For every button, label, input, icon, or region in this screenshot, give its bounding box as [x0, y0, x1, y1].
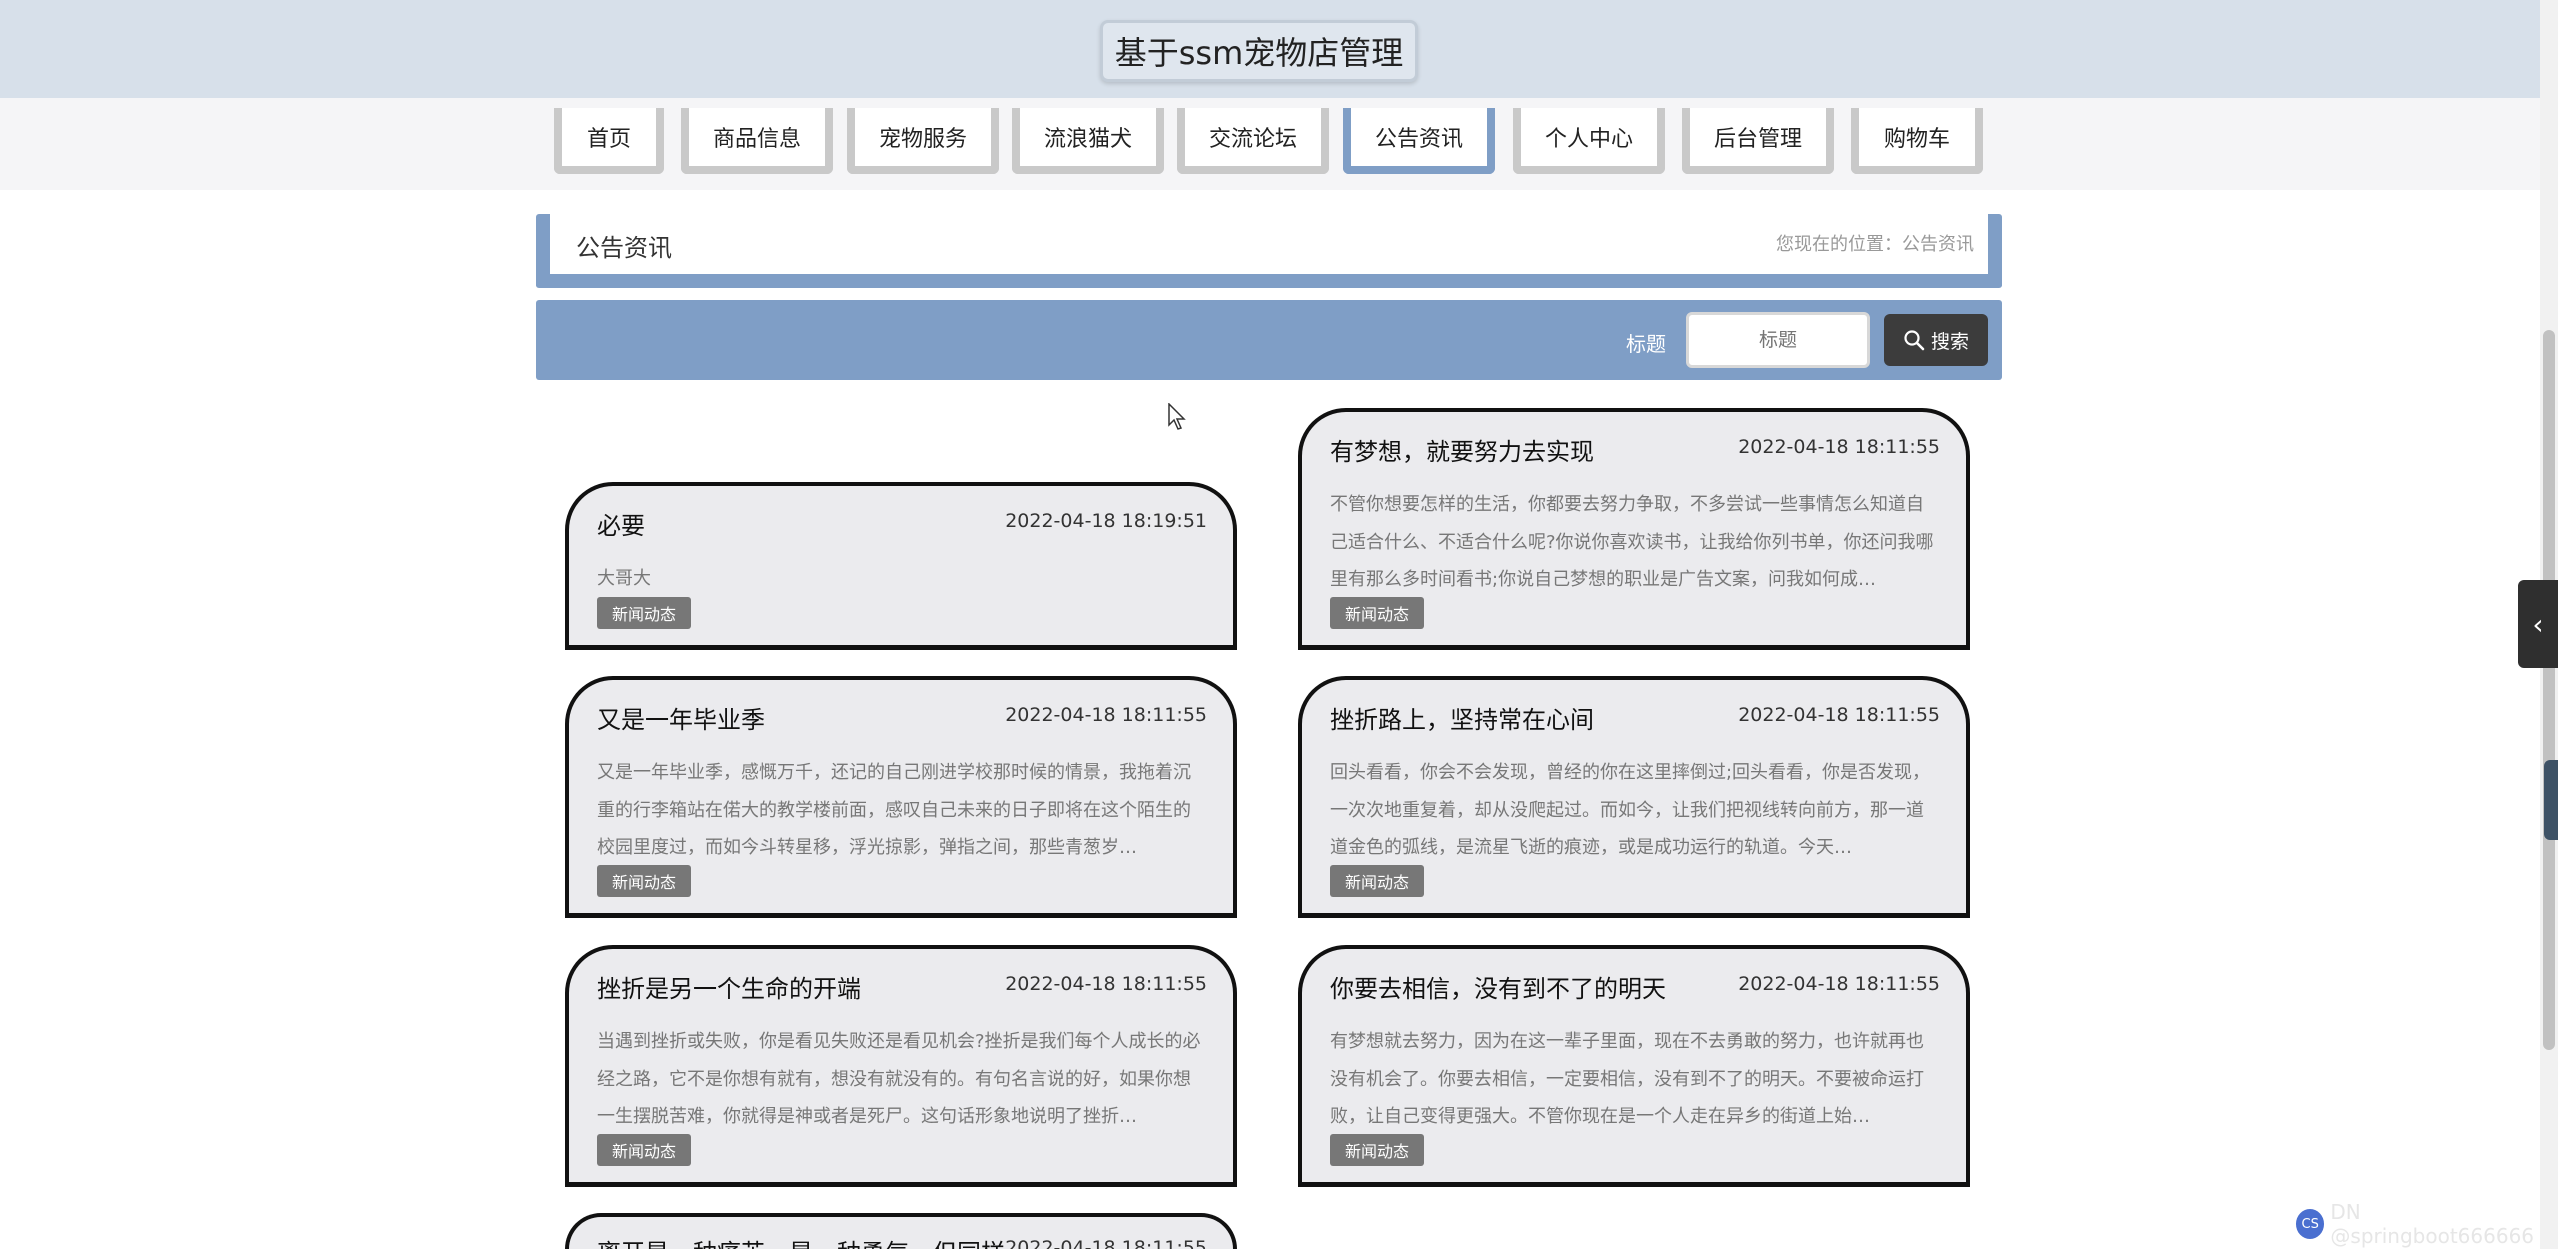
card-tag[interactable]: 新闻动态	[1330, 1134, 1424, 1166]
news-card[interactable]: 挫折路上，坚持常在心间 2022-04-18 18:11:55 回头看看，你会不…	[1298, 676, 1970, 918]
nav-item-personal-center[interactable]: 个人中心	[1513, 108, 1665, 174]
card-summary: 当遇到挫折或失败，你是看见失败还是看见机会?挫折是我们每个人成长的必经之路，它不…	[597, 1031, 1201, 1127]
search-label: 标题	[1626, 332, 1666, 356]
nav-item-pet-services[interactable]: 宠物服务	[847, 108, 999, 174]
scrollbar-thumb[interactable]	[2543, 330, 2555, 1050]
news-card[interactable]: 挫折是另一个生命的开端 2022-04-18 18:11:55 当遇到挫折或失败…	[565, 945, 1237, 1187]
breadcrumb: 您现在的位置：公告资讯	[1776, 234, 1974, 255]
card-tag[interactable]: 新闻动态	[1330, 597, 1424, 629]
card-summary: 大哥大	[597, 568, 651, 589]
news-card[interactable]: 有梦想，就要努力去实现 2022-04-18 18:11:55 不管你想要怎样的…	[1298, 408, 1970, 650]
card-title[interactable]: 必要	[597, 506, 645, 541]
card-date: 2022-04-18 18:11:55	[1738, 436, 1940, 458]
page-title: 公告资讯	[576, 234, 672, 262]
nav-item-admin[interactable]: 后台管理	[1682, 108, 1834, 174]
card-summary: 有梦想就去努力，因为在这一辈子里面，现在不去勇敢的努力，也许就再也没有机会了。你…	[1330, 1031, 1924, 1127]
csdn-badge: CS	[2296, 1209, 2325, 1239]
card-title[interactable]: 挫折路上，坚持常在心间	[1330, 700, 1594, 735]
nav-item-home[interactable]: 首页	[554, 108, 664, 174]
card-date: 2022-04-18 18:11:55	[1738, 704, 1940, 726]
nav-item-announcements[interactable]: 公告资讯	[1343, 108, 1495, 174]
card-title[interactable]: 又是一年毕业季	[597, 700, 765, 735]
news-card[interactable]: 离开是一种痛苦，是一种勇气，但同样… 2022-04-18 18:11:55	[565, 1213, 1237, 1249]
card-date: 2022-04-18 18:11:55	[1005, 704, 1207, 726]
nav-item-products[interactable]: 商品信息	[681, 108, 833, 174]
card-date: 2022-04-18 18:19:51	[1005, 510, 1207, 532]
card-tag[interactable]: 新闻动态	[597, 1134, 691, 1166]
mouse-cursor-icon	[1168, 403, 1186, 430]
nav-item-cart[interactable]: 购物车	[1851, 108, 1983, 174]
search-bar: 标题 搜索	[536, 300, 2002, 380]
card-tag[interactable]: 新闻动态	[1330, 865, 1424, 897]
news-card[interactable]: 又是一年毕业季 2022-04-18 18:11:55 又是一年毕业季，感慨万千…	[565, 676, 1237, 918]
nav-item-stray-pets[interactable]: 流浪猫犬	[1012, 108, 1164, 174]
card-summary: 又是一年毕业季，感慨万千，还记的自己刚进学校那时候的情景，我拖着沉重的行李箱站在…	[597, 762, 1191, 858]
chevron-left-icon: ‹	[2532, 607, 2544, 641]
search-button-label: 搜索	[1930, 330, 1969, 353]
watermark: CS DN @springboot666666	[2296, 1200, 2558, 1248]
card-tag[interactable]: 新闻动态	[597, 865, 691, 897]
card-date: 2022-04-18 18:11:55	[1005, 1237, 1207, 1249]
search-input[interactable]	[1686, 312, 1870, 368]
side-tab[interactable]	[2544, 760, 2558, 840]
card-date: 2022-04-18 18:11:55	[1738, 973, 1940, 995]
nav-item-forum[interactable]: 交流论坛	[1177, 108, 1329, 174]
site-title: 基于ssm宠物店管理	[1100, 20, 1418, 82]
card-date: 2022-04-18 18:11:55	[1005, 973, 1207, 995]
card-title[interactable]: 离开是一种痛苦，是一种勇气，但同样…	[597, 1233, 1029, 1249]
watermark-text: DN @springboot666666	[2330, 1200, 2535, 1248]
card-title[interactable]: 你要去相信，没有到不了的明天	[1330, 969, 1666, 1004]
news-card[interactable]: 你要去相信，没有到不了的明天 2022-04-18 18:11:55 有梦想就去…	[1298, 945, 1970, 1187]
card-summary: 不管你想要怎样的生活，你都要去努力争取，不多尝试一些事情怎么知道自己适合什么、不…	[1330, 494, 1934, 590]
side-panel-toggle[interactable]: ‹	[2518, 580, 2558, 668]
card-summary: 回头看看，你会不会发现，曾经的你在这里摔倒过;回头看看，你是否发现，一次次地重复…	[1330, 762, 1931, 858]
card-title[interactable]: 有梦想，就要努力去实现	[1330, 432, 1594, 467]
page-heading-bar: 公告资讯 您现在的位置：公告资讯	[536, 214, 2002, 288]
card-tag[interactable]: 新闻动态	[597, 597, 691, 629]
search-icon	[1904, 330, 1925, 351]
news-card[interactable]: 必要 2022-04-18 18:19:51 大哥大 新闻动态	[565, 482, 1237, 650]
search-button[interactable]: 搜索	[1884, 314, 1988, 366]
header-bar: 基于ssm宠物店管理	[0, 0, 2558, 99]
card-title[interactable]: 挫折是另一个生命的开端	[597, 969, 861, 1004]
